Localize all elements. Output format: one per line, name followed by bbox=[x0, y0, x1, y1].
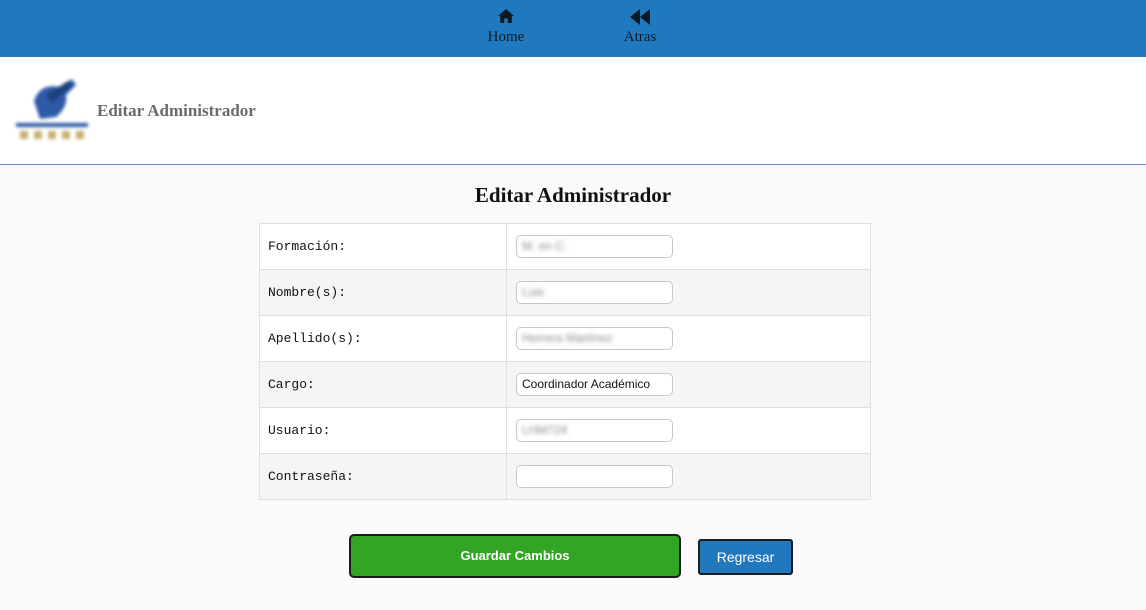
formacion-input[interactable]: M. en C. bbox=[516, 235, 673, 258]
contrasena-input[interactable] bbox=[516, 465, 673, 488]
form-row-formacion: Formación: M. en C. bbox=[259, 223, 871, 270]
page-header: Editar Administrador bbox=[0, 57, 1146, 165]
nombre-value: Luis bbox=[522, 285, 545, 299]
cargo-label: Cargo: bbox=[259, 361, 507, 408]
backward-icon bbox=[600, 9, 680, 26]
form-row-apellido: Apellido(s): Herrera Martínez bbox=[259, 315, 871, 362]
apellido-input[interactable]: Herrera Martínez bbox=[516, 327, 673, 350]
contrasena-label: Contraseña: bbox=[259, 453, 507, 500]
formacion-value: M. en C. bbox=[522, 239, 568, 253]
save-changes-button[interactable]: Guardar Cambios bbox=[349, 534, 681, 578]
usuario-input[interactable]: LHM724 bbox=[516, 419, 673, 442]
institution-logo bbox=[16, 73, 88, 145]
usuario-value: LHM724 bbox=[522, 423, 568, 437]
nombre-label: Nombre(s): bbox=[259, 269, 507, 316]
header-title: Editar Administrador bbox=[97, 101, 256, 120]
apellido-value: Herrera Martínez bbox=[522, 331, 613, 345]
nombre-input[interactable]: Luis bbox=[516, 281, 673, 304]
form-row-cargo: Cargo: Coordinador Académico bbox=[259, 361, 871, 408]
home-icon bbox=[466, 9, 546, 26]
nav-back-label: Atras bbox=[623, 29, 657, 45]
usuario-label: Usuario: bbox=[259, 407, 507, 454]
admin-edit-form: Formación: M. en C. Nombre(s): Luis Apel… bbox=[259, 223, 871, 500]
formacion-label: Formación: bbox=[259, 223, 507, 270]
apellido-label: Apellido(s): bbox=[259, 315, 507, 362]
nav-home-link[interactable]: Home bbox=[466, 9, 546, 46]
nav-home-label: Home bbox=[487, 29, 525, 45]
cargo-value: Coordinador Académico bbox=[522, 377, 651, 391]
nav-back-link[interactable]: Atras bbox=[600, 9, 680, 46]
cargo-input[interactable]: Coordinador Académico bbox=[516, 373, 673, 396]
back-button[interactable]: Regresar bbox=[698, 539, 793, 575]
form-row-contrasena: Contraseña: bbox=[259, 453, 871, 500]
form-row-nombre: Nombre(s): Luis bbox=[259, 269, 871, 316]
form-row-usuario: Usuario: LHM724 bbox=[259, 407, 871, 454]
top-navigation-bar: Home Atras bbox=[0, 0, 1146, 57]
form-title: Editar Administrador bbox=[474, 183, 672, 207]
